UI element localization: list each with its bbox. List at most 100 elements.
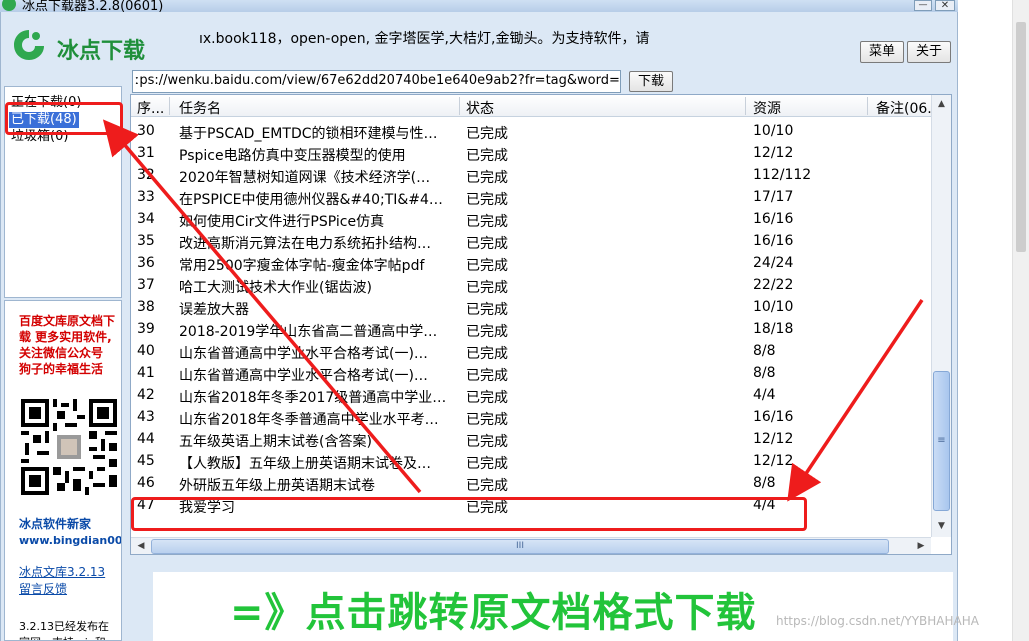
table-row[interactable]: 32 2020年智慧树知道网课《技术经济学(… 已完成 112/112 [131, 164, 931, 186]
table-row[interactable]: 42 山东省2018年冬季2017级普通高中学业… 已完成 4/4 [131, 384, 931, 406]
scroll-up-icon[interactable]: ▲ [932, 95, 951, 113]
table-row[interactable]: 34 如何使用Cir文件进行PSPice仿真 已完成 16/16 [131, 208, 931, 230]
row-index: 46 [137, 475, 155, 491]
promo-title: 百度文库原文档下载 更多实用软件,关注微信公众号 狗子的幸福生活 [19, 314, 116, 376]
column-divider[interactable] [867, 97, 868, 115]
row-status: 已完成 [466, 126, 508, 142]
scroll-left-icon[interactable]: ◀ [133, 538, 149, 554]
feedback-link[interactable]: 留言反馈 [19, 580, 67, 597]
column-header-resource[interactable]: 资源 [753, 98, 781, 118]
row-index: 43 [137, 409, 155, 425]
row-status: 已完成 [466, 258, 508, 274]
hscroll-thumb[interactable]: III [151, 539, 889, 554]
row-status: 已完成 [466, 302, 508, 318]
table-row[interactable]: 41 山东省普通高中学业水平合格考试(一)… 已完成 8/8 [131, 362, 931, 384]
row-status: 已完成 [466, 148, 508, 164]
app-logo-icon [14, 30, 44, 60]
row-status: 已完成 [466, 368, 508, 384]
row-resource: 10/10 [753, 299, 794, 315]
row-index: 40 [137, 343, 155, 359]
qr-code-icon [21, 399, 117, 495]
close-button[interactable]: ✕ [935, 0, 955, 11]
page-scrollbar[interactable] [1012, 0, 1029, 641]
column-divider[interactable] [745, 97, 746, 115]
row-resource: 12/12 [753, 453, 794, 469]
promo-site: www.bingdian001.com [19, 534, 122, 547]
row-index: 31 [137, 145, 155, 161]
minimize-button[interactable]: — [914, 0, 932, 11]
table-row[interactable]: 37 哈工大测试技术大作业(锯齿波) 已完成 22/22 [131, 274, 931, 296]
page-scroll-thumb[interactable] [1016, 22, 1026, 252]
table-row[interactable]: 38 误差放大器 已完成 10/10 [131, 296, 931, 318]
row-status: 已完成 [466, 324, 508, 340]
column-header-name[interactable]: 任务名 [179, 98, 221, 118]
scroll-thumb[interactable]: ≡ [933, 371, 950, 511]
row-task-name: 山东省普通高中学业水平合格考试(一)… [179, 368, 428, 384]
row-task-name: 在PSPICE中使用德州仪器&#40;TI&#4… [179, 192, 443, 208]
row-index: 45 [137, 453, 155, 469]
row-resource: 16/16 [753, 233, 794, 249]
row-task-name: 2020年智慧树知道网课《技术经济学(… [179, 170, 431, 186]
row-resource: 16/16 [753, 211, 794, 227]
table-row[interactable]: 39 2018-2019学年山东省高二普通高中学… 已完成 18/18 [131, 318, 931, 340]
window-title: 冰点下载器3.2.8(0601) [22, 0, 164, 12]
row-resource: 4/4 [753, 387, 776, 403]
column-header-status[interactable]: 状态 [466, 98, 494, 118]
row-index: 33 [137, 189, 155, 205]
row-resource: 12/12 [753, 431, 794, 447]
row-task-name: 常用2500字瘦金体字帖-瘦金体字帖pdf [179, 258, 425, 274]
column-divider[interactable] [169, 97, 170, 115]
scroll-right-icon[interactable]: ▶ [913, 538, 929, 554]
row-status: 已完成 [466, 390, 508, 406]
watermark: https://blog.csdn.net/YYBHAHAHA [776, 614, 979, 628]
row-resource: 8/8 [753, 475, 776, 491]
vertical-scrollbar[interactable]: ▲ ≡ ▼ [931, 95, 951, 537]
row-status: 已完成 [466, 236, 508, 252]
row-status: 已完成 [466, 478, 508, 494]
table-row[interactable]: 35 改进高斯消元算法在电力系统拓扑结构… 已完成 16/16 [131, 230, 931, 252]
row-status: 已完成 [466, 214, 508, 230]
row-index: 34 [137, 211, 155, 227]
row-index: 38 [137, 299, 155, 315]
table-row[interactable]: 44 五年级英语上期末试卷(含答案) 已完成 12/12 [131, 428, 931, 450]
table-row[interactable]: 30 基于PSCAD_EMTDC的锁相环建模与性… 已完成 10/10 [131, 120, 931, 142]
row-index: 39 [137, 321, 155, 337]
highlight-box-downloaded [5, 102, 123, 135]
table-row[interactable]: 45 【人教版】五年级上册英语期末试卷及… 已完成 12/12 [131, 450, 931, 472]
url-input[interactable]: ːps://wenku.baidu.com/view/67e62dd20740b… [132, 70, 621, 93]
column-divider[interactable] [459, 97, 460, 115]
row-task-name: 哈工大测试技术大作业(锯齿波) [179, 280, 372, 296]
row-resource: 16/16 [753, 409, 794, 425]
row-index: 42 [137, 387, 155, 403]
row-resource: 22/22 [753, 277, 794, 293]
table-row[interactable]: 31 Pspice电路仿真中变压器模型的使用 已完成 12/12 [131, 142, 931, 164]
table-row[interactable]: 46 外研版五年级上册英语期末试卷 已完成 8/8 [131, 472, 931, 494]
table-header: 序... 任务名 状态 资源 备注(06... [131, 95, 941, 118]
about-button[interactable]: 关于 [907, 41, 951, 63]
callout-text: =》点击跳转原文档格式下载 [230, 590, 757, 636]
download-button[interactable]: 下载 [629, 71, 673, 92]
row-index: 36 [137, 255, 155, 271]
row-resource: 12/12 [753, 145, 794, 161]
horizontal-scrollbar[interactable]: ◀ III ▶ [131, 537, 931, 554]
row-index: 35 [137, 233, 155, 249]
row-resource: 24/24 [753, 255, 794, 271]
download-table: 序... 任务名 状态 资源 备注(06... 30 基于PSCAD_EMTDC的… [130, 94, 952, 555]
forum-link[interactable]: 冰点文库3.2.13 [19, 563, 105, 580]
column-header-index[interactable]: 序... [137, 98, 164, 118]
row-resource: 8/8 [753, 365, 776, 381]
row-task-name: 五年级英语上期末试卷(含答案) [179, 434, 372, 450]
table-row[interactable]: 43 山东省2018年冬季普通高中学业水平考… 已完成 16/16 [131, 406, 931, 428]
table-row[interactable]: 36 常用2500字瘦金体字帖-瘦金体字帖pdf 已完成 24/24 [131, 252, 931, 274]
promo-note: 3.2.13已经发布在官网，支持mip和 [19, 620, 109, 640]
row-status: 已完成 [466, 346, 508, 362]
menu-button[interactable]: 菜单 [860, 41, 904, 63]
row-status: 已完成 [466, 456, 508, 472]
row-task-name: 山东省普通高中学业水平合格考试(一)… [179, 346, 428, 362]
table-row[interactable]: 40 山东省普通高中学业水平合格考试(一)… 已完成 8/8 [131, 340, 931, 362]
scroll-down-icon[interactable]: ▼ [932, 517, 951, 535]
highlight-box-row-47 [131, 497, 807, 531]
row-index: 37 [137, 277, 155, 293]
row-resource: 18/18 [753, 321, 794, 337]
table-row[interactable]: 33 在PSPICE中使用德州仪器&#40;TI&#4… 已完成 17/17 [131, 186, 931, 208]
